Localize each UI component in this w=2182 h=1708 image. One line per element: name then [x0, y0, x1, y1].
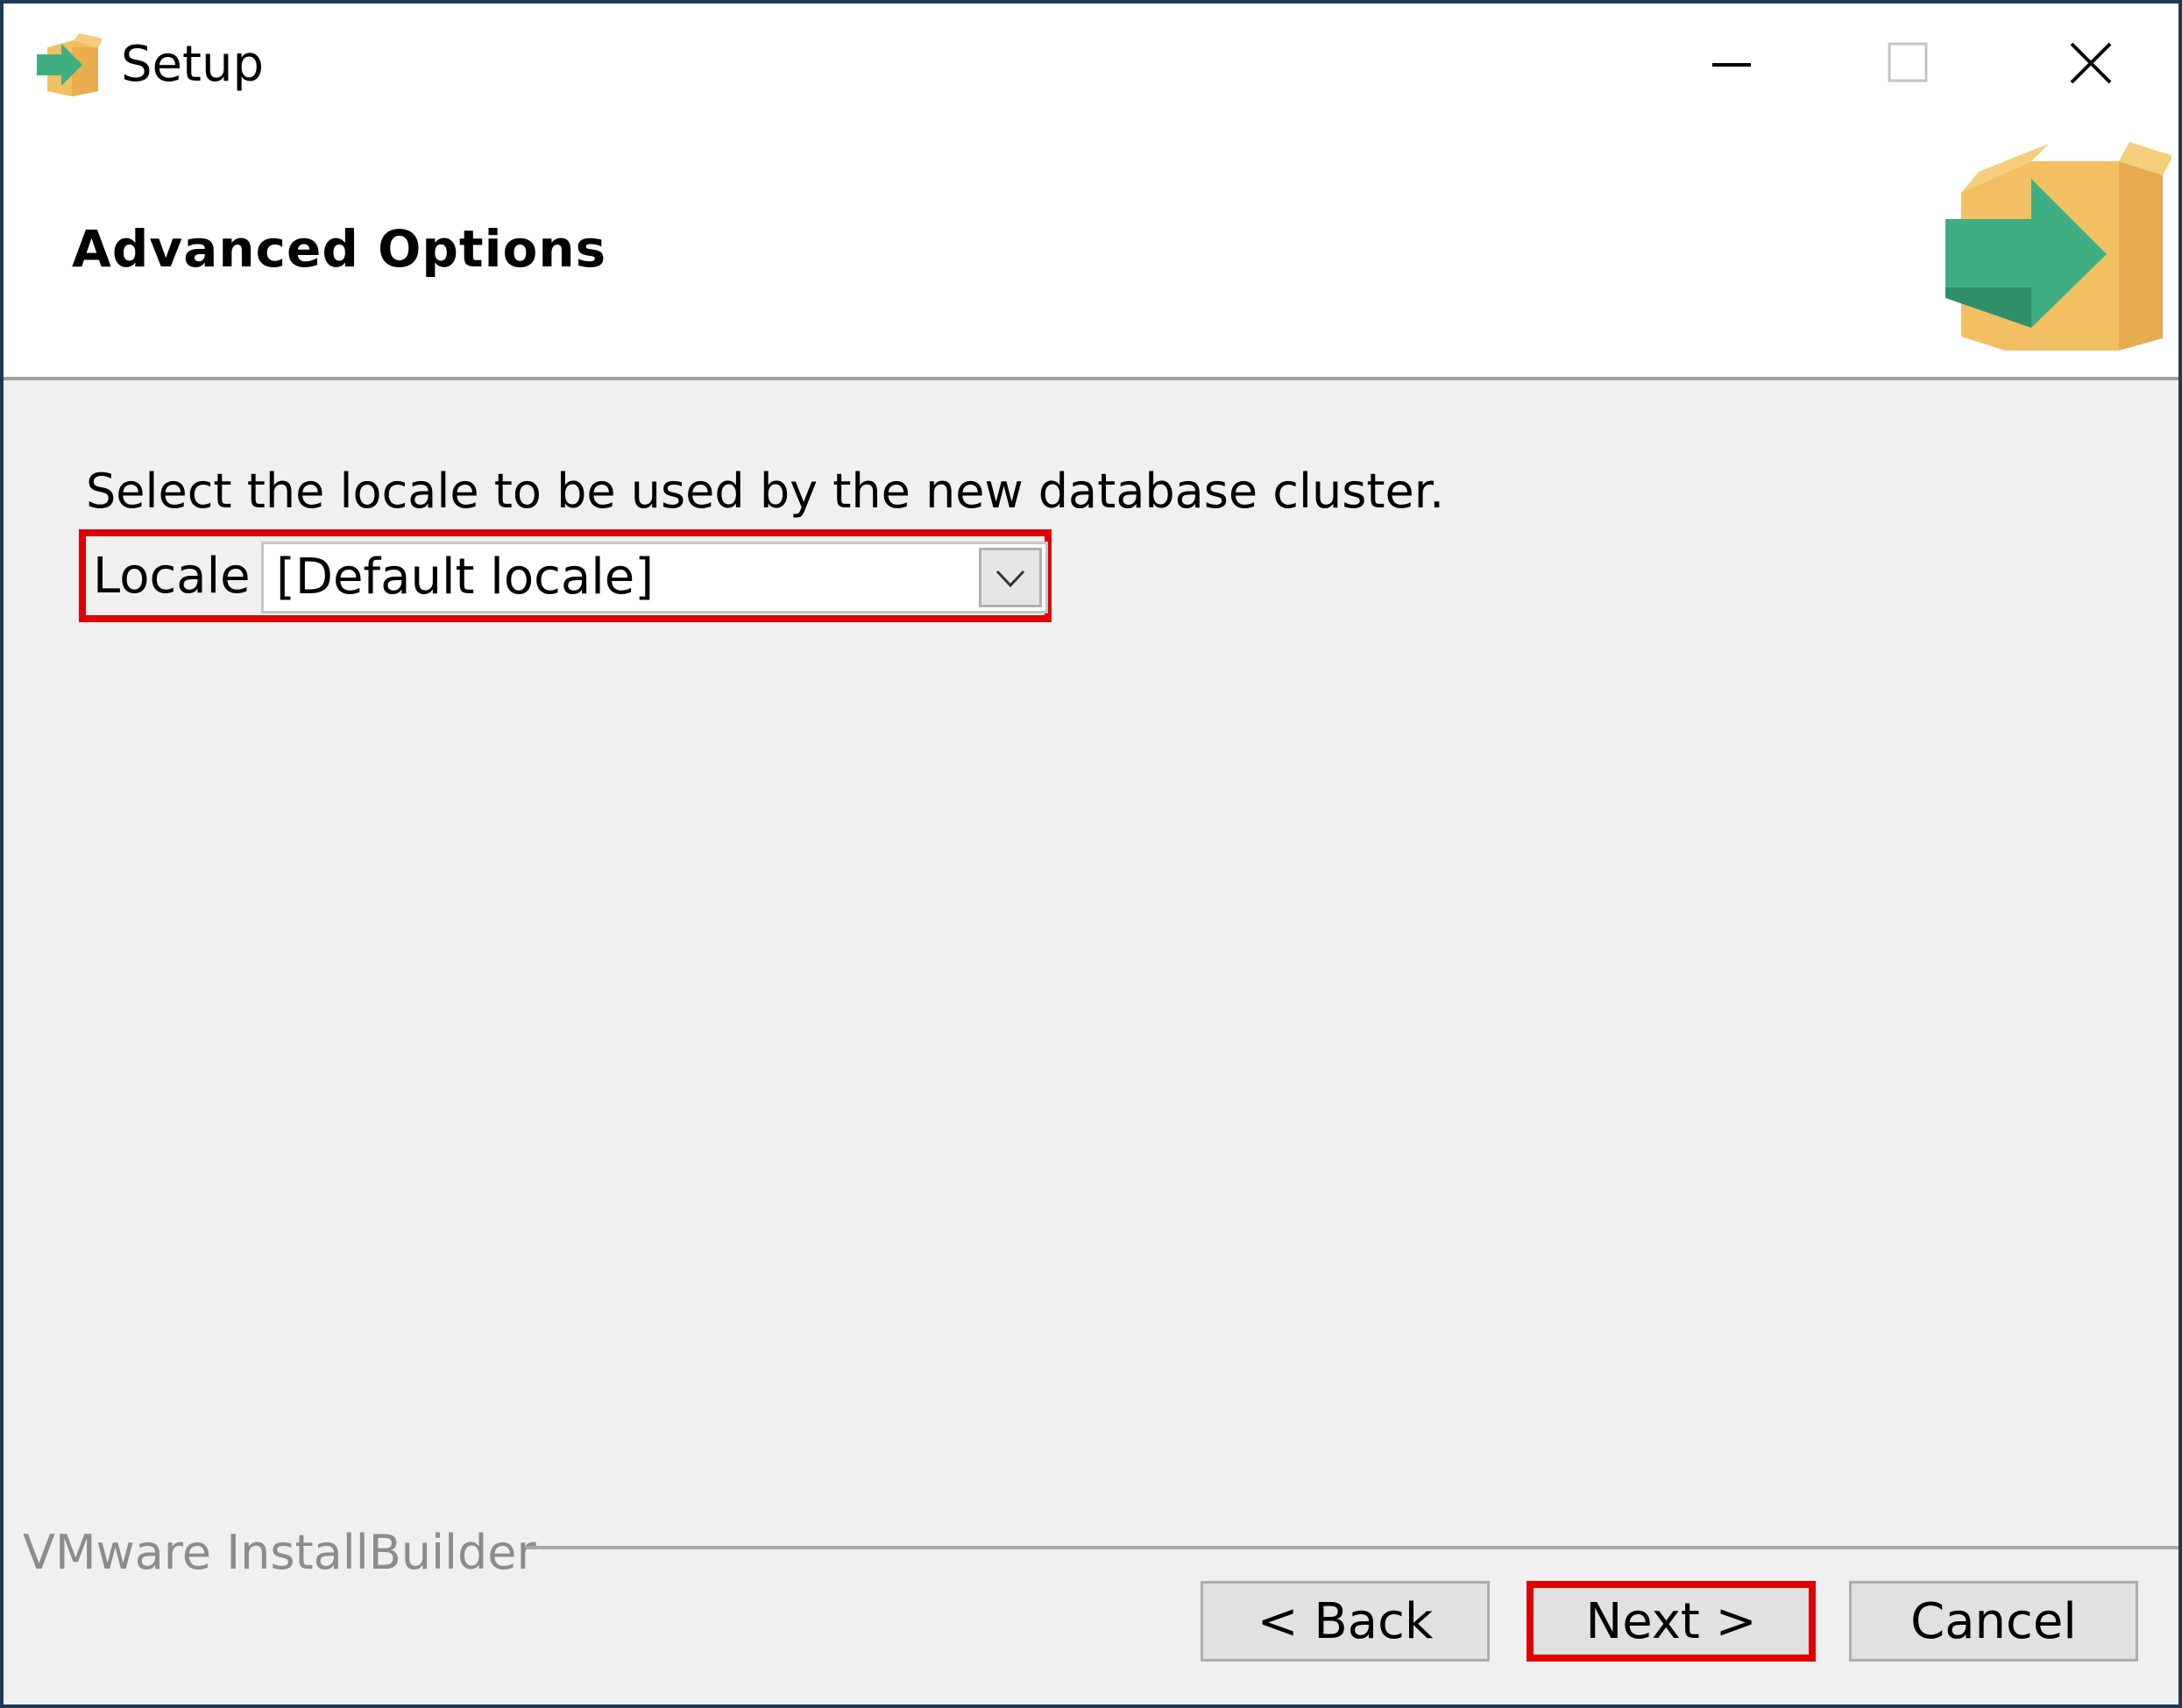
close-icon: [2070, 42, 2112, 84]
page-header: Advanced Options: [4, 123, 2178, 380]
maximize-button[interactable]: [1865, 21, 1952, 105]
window-title: Setup: [121, 36, 264, 93]
close-button[interactable]: [2047, 21, 2135, 105]
app-icon: [37, 33, 102, 96]
minimize-icon: [1712, 63, 1751, 67]
locale-selected-value: [Default locale]: [276, 549, 655, 606]
locale-highlight: Locale [Default locale]: [79, 529, 1052, 622]
footer-divider: [526, 1546, 2178, 1549]
chevron-down-icon: [995, 570, 1025, 588]
minimize-button[interactable]: [1688, 21, 1775, 105]
maximize-icon: [1888, 42, 1928, 82]
locale-label: Locale: [93, 548, 251, 605]
cancel-button[interactable]: Cancel: [1849, 1581, 2138, 1662]
setup-window: Setup Advanced Options Select the locale…: [0, 0, 2182, 1708]
page-title: Advanced Options: [72, 219, 607, 279]
instruction-text: Select the locale to be used by the new …: [86, 464, 1445, 519]
locale-select[interactable]: [Default locale]: [261, 542, 1048, 613]
next-button[interactable]: Next >: [1527, 1581, 1816, 1662]
locale-dropdown-button[interactable]: [979, 548, 1042, 607]
title-bar[interactable]: Setup: [4, 4, 2178, 123]
installer-brand: VMware InstallBuilder: [23, 1525, 536, 1580]
back-button[interactable]: < Back: [1201, 1581, 1490, 1662]
installer-logo-icon: [1945, 142, 2171, 351]
